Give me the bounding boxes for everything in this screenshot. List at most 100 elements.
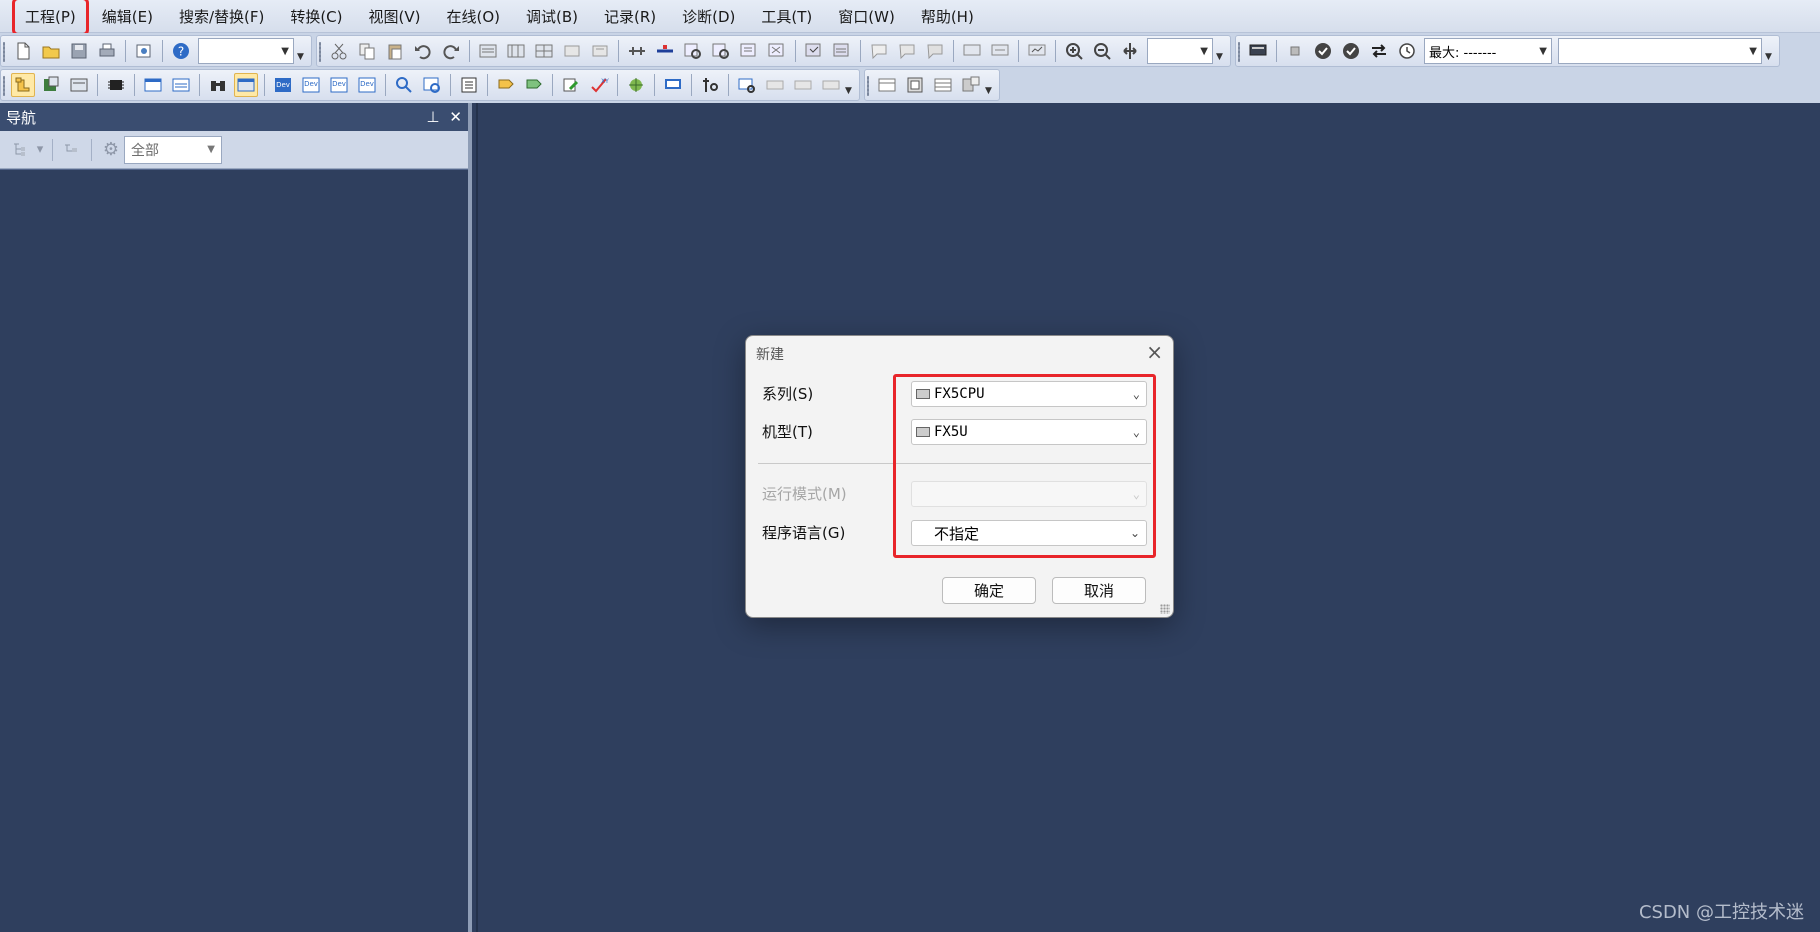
toolbar-overflow-icon[interactable]: ▼: [297, 52, 307, 62]
dev-batch-icon[interactable]: Dev: [327, 73, 351, 97]
layout-4-icon[interactable]: [959, 73, 983, 97]
layout-3-icon[interactable]: [931, 73, 955, 97]
toolbar-overflow-icon[interactable]: ▼: [845, 86, 855, 96]
element-selection-icon[interactable]: [39, 73, 63, 97]
help-icon[interactable]: ?: [169, 39, 193, 63]
stop-icon[interactable]: [1283, 39, 1307, 63]
menu-diagnostics[interactable]: 诊断(D): [673, 1, 744, 32]
device-map-icon[interactable]: [504, 39, 528, 63]
output-window-icon[interactable]: [67, 73, 91, 97]
layout-2-icon[interactable]: [903, 73, 927, 97]
zoom-combo[interactable]: ▼: [1147, 38, 1213, 64]
transfer-setup-icon[interactable]: [1246, 39, 1270, 63]
layout-1-icon[interactable]: [875, 73, 899, 97]
menu-help[interactable]: 帮助(H): [912, 1, 983, 32]
write-mode-icon[interactable]: [988, 39, 1012, 63]
label-register-icon[interactable]: [494, 73, 518, 97]
comment-icon[interactable]: [867, 39, 891, 63]
zoom-in-icon[interactable]: [1062, 39, 1086, 63]
cross-reference-icon[interactable]: [765, 39, 789, 63]
navigation-window-icon[interactable]: [11, 73, 35, 97]
tree-view-icon[interactable]: [8, 138, 34, 162]
scan-time-combo[interactable]: 最大: ------- ▼: [1424, 38, 1552, 64]
disabled-tool-1-icon[interactable]: [763, 73, 787, 97]
list-view-icon[interactable]: [457, 73, 481, 97]
binoculars-icon[interactable]: [206, 73, 230, 97]
dev-entry-icon[interactable]: Dev: [355, 73, 379, 97]
menu-project[interactable]: 工程(P): [12, 0, 89, 36]
compile-icon[interactable]: [802, 39, 826, 63]
pin-icon[interactable]: ⊥: [426, 108, 439, 126]
search-project-icon[interactable]: [392, 73, 416, 97]
zoom-out-icon[interactable]: [1090, 39, 1114, 63]
disabled-tool-3-icon[interactable]: [819, 73, 843, 97]
chevron-down-icon[interactable]: ▾: [34, 138, 46, 162]
ladder-insert-icon[interactable]: [625, 39, 649, 63]
device-list-icon[interactable]: [476, 39, 500, 63]
gear-icon[interactable]: ⚙: [98, 138, 124, 162]
menu-debug[interactable]: 调试(B): [517, 1, 587, 32]
target-combo[interactable]: ▼: [1558, 38, 1762, 64]
read-write-icon[interactable]: [1367, 39, 1391, 63]
dev-buffer-icon[interactable]: Dev: [299, 73, 323, 97]
resize-grip-icon[interactable]: [1160, 604, 1170, 614]
print-icon[interactable]: [95, 39, 119, 63]
cancel-button[interactable]: 取消: [1052, 577, 1146, 604]
simulation-icon[interactable]: [661, 73, 685, 97]
check-circle-icon[interactable]: [1311, 39, 1335, 63]
ok-button[interactable]: 确定: [942, 577, 1036, 604]
find-results-icon[interactable]: [234, 73, 258, 97]
toolbar-overflow-icon[interactable]: ▼: [1216, 52, 1226, 62]
dev-register-icon[interactable]: Dev: [271, 73, 295, 97]
edit-green-icon[interactable]: [559, 73, 583, 97]
undo-icon[interactable]: [411, 39, 435, 63]
disabled-tool-2-icon[interactable]: [791, 73, 815, 97]
read-mode-icon[interactable]: [960, 39, 984, 63]
help-search-combo[interactable]: ▼: [198, 38, 294, 64]
menu-tool[interactable]: 工具(T): [752, 1, 821, 32]
properties-icon[interactable]: [132, 39, 156, 63]
fit-width-icon[interactable]: [1118, 39, 1142, 63]
monitor-mode-icon[interactable]: [1025, 39, 1049, 63]
module-icon[interactable]: [104, 73, 128, 97]
search-instruction-icon[interactable]: [709, 39, 733, 63]
parameter-icon[interactable]: [624, 73, 648, 97]
check-circle-all-icon[interactable]: [1339, 39, 1363, 63]
device-memory-icon[interactable]: [169, 73, 193, 97]
redo-icon[interactable]: [439, 39, 463, 63]
search-device-icon[interactable]: [681, 39, 705, 63]
ladder-mark-icon[interactable]: [653, 39, 677, 63]
note-icon[interactable]: [923, 39, 947, 63]
watch-window-icon[interactable]: [141, 73, 165, 97]
collapse-tree-icon[interactable]: [59, 138, 85, 162]
tool-search-icon[interactable]: [698, 73, 722, 97]
replace-icon[interactable]: [737, 39, 761, 63]
device-batch-icon[interactable]: [560, 39, 584, 63]
device-copy-icon[interactable]: [588, 39, 612, 63]
verify-icon[interactable]: XY: [587, 73, 611, 97]
compile-all-icon[interactable]: [830, 39, 854, 63]
menu-window[interactable]: 窗口(W): [829, 1, 904, 32]
menu-record[interactable]: 记录(R): [595, 1, 665, 32]
close-icon[interactable]: ×: [1146, 340, 1163, 364]
navigation-tree-area[interactable]: [0, 169, 468, 932]
label-check-icon[interactable]: [522, 73, 546, 97]
navigation-filter-select[interactable]: 全部 ▼: [124, 135, 222, 164]
open-folder-icon[interactable]: [39, 39, 63, 63]
toolbar-overflow-icon[interactable]: ▼: [1765, 52, 1775, 62]
device-grid-icon[interactable]: [532, 39, 556, 63]
paste-icon[interactable]: [383, 39, 407, 63]
cut-icon[interactable]: [327, 39, 351, 63]
menu-edit[interactable]: 编辑(E): [93, 1, 162, 32]
toolbar-overflow-icon[interactable]: ▼: [985, 86, 995, 96]
menu-view[interactable]: 视图(V): [360, 1, 430, 32]
close-icon[interactable]: ✕: [449, 108, 462, 126]
save-icon[interactable]: [67, 39, 91, 63]
copy-icon[interactable]: [355, 39, 379, 63]
zoom-box-icon[interactable]: [735, 73, 759, 97]
menu-find-replace[interactable]: 搜索/替换(F): [170, 1, 273, 32]
menu-convert[interactable]: 转换(C): [281, 1, 351, 32]
statement-icon[interactable]: [895, 39, 919, 63]
new-file-icon[interactable]: [11, 39, 35, 63]
search-label-icon[interactable]: [420, 73, 444, 97]
